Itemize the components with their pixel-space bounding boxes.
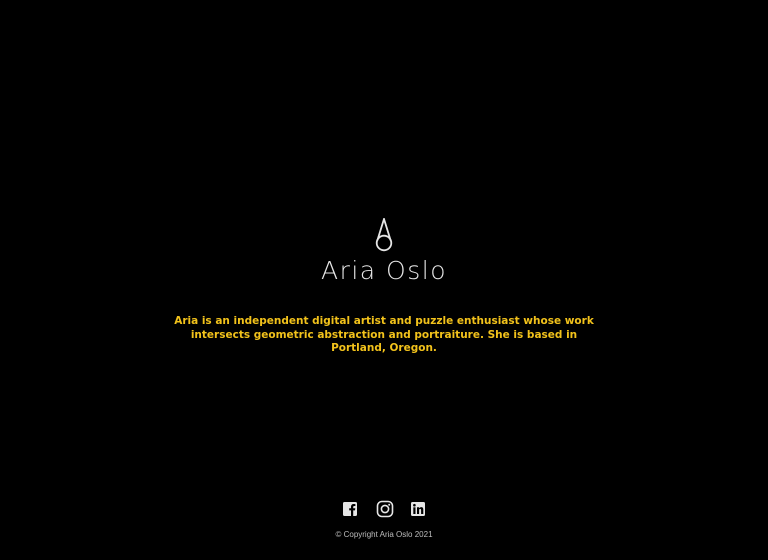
facebook-icon (343, 502, 357, 516)
site-name: Aria Oslo (320, 256, 448, 285)
facebook-link[interactable] (342, 500, 358, 518)
instagram-link[interactable] (376, 500, 394, 518)
instagram-icon (376, 500, 394, 518)
drop-ring-logo-icon (372, 217, 396, 253)
social-links (0, 500, 768, 518)
linkedin-icon (411, 502, 425, 516)
page: Aria Oslo Aria is an independent digital… (0, 0, 768, 560)
linkedin-link[interactable] (410, 500, 426, 518)
bio-text: Aria is an independent digital artist an… (174, 315, 594, 354)
copyright-text: © Copyright Aria Oslo 2021 (335, 530, 433, 539)
